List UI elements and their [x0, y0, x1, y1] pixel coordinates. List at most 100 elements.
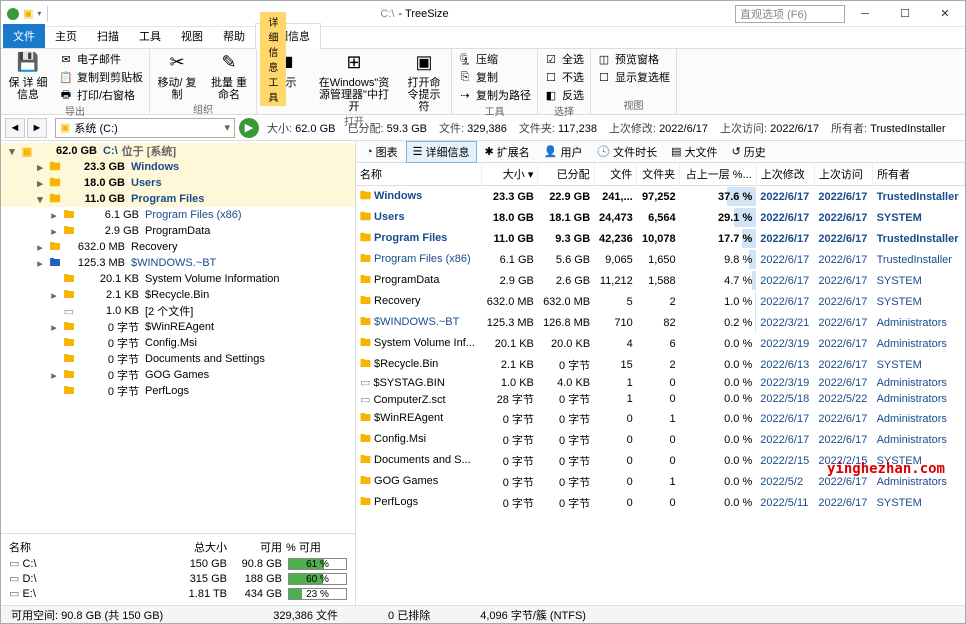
invert-icon: ◧	[544, 88, 558, 102]
table-row[interactable]: 🖿 System Volume Inf...20.1 KB20.0 KB460.…	[356, 333, 965, 354]
table-row[interactable]: 🖿 $WinREAgent0 字节0 字节010.0 %2022/6/17202…	[356, 408, 965, 429]
col-pct[interactable]: 占上一层 %...	[680, 163, 757, 186]
table-row[interactable]: 🖿 ProgramData2.9 GB2.6 GB11,2121,5884.7 …	[356, 270, 965, 291]
chart-icon: ◔	[366, 146, 373, 158]
ribbon-copy[interactable]: ⎘复制	[458, 69, 531, 85]
tool-age[interactable]: 🕓文件时长	[590, 142, 663, 162]
bigfile-icon: ▤	[671, 145, 681, 158]
col-size[interactable]: 大小 ▾	[482, 163, 538, 186]
table-row[interactable]: 🖿 Program Files11.0 GB9.3 GB42,23610,078…	[356, 228, 965, 249]
ribbon-rename[interactable]: ✎批量 重命名	[208, 51, 250, 101]
tree-item[interactable]: 🖿0 字节Config.Msi	[1, 335, 355, 351]
tab-help[interactable]: 帮助	[213, 24, 255, 48]
tab-home[interactable]: 主页	[45, 24, 87, 48]
tool-details[interactable]: ☰详细信息	[406, 141, 477, 163]
tool-users[interactable]: 👤用户	[538, 142, 589, 162]
nav-back-button[interactable]: ◄	[5, 118, 25, 138]
selectnone-icon: ☐	[544, 70, 558, 84]
tab-scan[interactable]: 扫描	[87, 24, 129, 48]
ribbon-move[interactable]: ✂移动/ 复制	[156, 51, 198, 101]
tree-item[interactable]: ▭1.0 KB[2 个文件]	[1, 303, 355, 319]
email-icon: ✉	[59, 52, 73, 66]
ribbon-zip[interactable]: 🗜压缩	[458, 51, 531, 67]
window-icon: ⊞	[342, 51, 366, 75]
clipboard-icon: 📋	[59, 70, 73, 84]
table-row[interactable]: 🖿 $Recycle.Bin2.1 KB0 字节1520.0 %2022/6/1…	[356, 354, 965, 375]
ribbon-save-details[interactable]: 💾保 详 细信息	[7, 51, 49, 101]
zip-icon: 🗜	[458, 52, 472, 66]
path-field[interactable]: ▣ 系统 (C:) ▾	[55, 118, 235, 138]
col-folders[interactable]: 文件夹	[637, 163, 680, 186]
tree-item[interactable]: ▸🖿6.1 GBProgram Files (x86)	[1, 207, 355, 223]
ribbon-email[interactable]: ✉电子邮件	[59, 51, 143, 67]
col-files[interactable]: 文件	[594, 163, 637, 186]
scan-button[interactable]: ▶	[239, 118, 259, 138]
ribbon-explorer-open[interactable]: ⊞在Windows"资 源管理器"中打开	[315, 51, 393, 113]
table-row[interactable]: ▭ $SYSTAG.BIN1.0 KB4.0 KB100.0 %2022/3/1…	[356, 375, 965, 390]
title-app: - TreeSize	[398, 8, 448, 20]
save-icon: 💾	[16, 51, 40, 75]
group-sel-label: 选择	[544, 103, 584, 118]
nav-fwd-button[interactable]: ►	[27, 118, 47, 138]
tree-item[interactable]: ▸🖿125.3 MB$WINDOWS.~BT	[1, 255, 355, 271]
status-excluded: 0 已排除	[378, 607, 440, 623]
col-alloc[interactable]: 已分配	[538, 163, 594, 186]
table-row[interactable]: 🖿 $WINDOWS.~BT125.3 MB126.8 MB710820.2 %…	[356, 312, 965, 333]
table-row[interactable]: ▭ ComputerZ.sct28 字节0 字节100.0 %2022/5/18…	[356, 390, 965, 408]
rename-icon: ✎	[217, 51, 241, 75]
ribbon-preview[interactable]: ◫预览窗格	[597, 51, 670, 67]
search-input[interactable]: 直观选项 (F6)	[735, 5, 845, 23]
ribbon-select-none[interactable]: ☐不选	[544, 69, 584, 85]
tool-history[interactable]: ↺历史	[726, 142, 772, 162]
path-stats: 大小: 62.0 GB 已分配: 59.3 GB 文件: 329,386 文件夹…	[267, 120, 946, 136]
disk-row[interactable]: ▭ C:\150 GB90.8 GB61 %	[7, 556, 349, 571]
table-row[interactable]: 🖿 Windows23.3 GB22.9 GB241,...97,25237.6…	[356, 186, 965, 208]
app-icon	[7, 8, 19, 20]
user-icon: 👤	[544, 145, 558, 158]
disk-row[interactable]: ▭ D:\315 GB188 GB60 %	[7, 571, 349, 586]
tool-chart[interactable]: ◔图表	[360, 142, 404, 162]
tree-item[interactable]: 🖿20.1 KBSystem Volume Information	[1, 271, 355, 287]
tool-extensions[interactable]: ✱扩展名	[479, 142, 536, 162]
tab-tools[interactable]: 工具	[129, 24, 171, 48]
details-table[interactable]: 名称 大小 ▾ 已分配 文件 文件夹 占上一层 %... 上次修改 上次访问 所…	[356, 163, 965, 513]
ribbon-checkboxes[interactable]: ☐显示复选框	[597, 69, 670, 85]
ribbon-cmd[interactable]: ▣打开命 令提示符	[403, 51, 445, 113]
close-button[interactable]: ✕	[925, 1, 965, 27]
table-row[interactable]: 🖿 Config.Msi0 字节0 字节000.0 %2022/6/172022…	[356, 429, 965, 450]
tree-item[interactable]: ▾🖿11.0 GBProgram Files	[1, 191, 355, 207]
table-row[interactable]: 🖿 Documents and S...0 字节0 字节000.0 %2022/…	[356, 450, 965, 471]
tree-item[interactable]: ▸🖿2.1 KB$Recycle.Bin	[1, 287, 355, 303]
table-row[interactable]: 🖿 Recovery632.0 MB632.0 MB521.0 %2022/6/…	[356, 291, 965, 312]
qat-open-icon[interactable]: ▣	[23, 7, 33, 20]
col-acc[interactable]: 上次访问	[814, 163, 872, 186]
ribbon-clipboard[interactable]: 📋复制到剪贴板	[59, 69, 143, 85]
ribbon-select-invert[interactable]: ◧反选	[544, 87, 584, 103]
ribbon-copy-path[interactable]: ⇢复制为路径	[458, 87, 531, 103]
qat-dropdown-icon[interactable]: ▾	[37, 9, 41, 18]
table-row[interactable]: 🖿 GOG Games0 字节0 字节010.0 %2022/5/22022/6…	[356, 471, 965, 492]
tree-item[interactable]: 🖿0 字节Documents and Settings	[1, 351, 355, 367]
col-owner[interactable]: 所有者	[873, 163, 965, 186]
ribbon-select-all[interactable]: ☑全选	[544, 51, 584, 67]
disk-row[interactable]: ▭ E:\1.81 TB434 GB23 %	[7, 586, 349, 601]
table-row[interactable]: 🖿 PerfLogs0 字节0 字节000.0 %2022/5/112022/6…	[356, 492, 965, 513]
tab-view[interactable]: 视图	[171, 24, 213, 48]
path-icon: ⇢	[458, 88, 472, 102]
ribbon-print[interactable]: 🖶打印/右窗格	[59, 87, 143, 103]
group-tool-label: 工具	[458, 103, 531, 118]
folder-tree[interactable]: ▾▣62.0 GBC:\位于 [系统]▸🖿23.3 GBWindows▸🖿18.…	[1, 141, 355, 533]
group-view-label: 视图	[597, 97, 670, 112]
col-name[interactable]: 名称	[356, 163, 482, 186]
table-row[interactable]: 🖿 Program Files (x86)6.1 GB5.6 GB9,0651,…	[356, 249, 965, 270]
tree-item[interactable]: ▸🖿0 字节GOG Games	[1, 367, 355, 383]
tool-bigfiles[interactable]: ▤大文件	[665, 142, 723, 162]
col-mod[interactable]: 上次修改	[756, 163, 814, 186]
checkbox-icon: ☐	[597, 70, 611, 84]
maximize-button[interactable]: ☐	[885, 1, 925, 27]
tab-file[interactable]: 文件	[3, 24, 45, 48]
table-row[interactable]: 🖿 Users18.0 GB18.1 GB24,4736,56429.1 %20…	[356, 207, 965, 228]
minimize-button[interactable]: ─	[845, 1, 885, 27]
tree-item[interactable]: 🖿0 字节PerfLogs	[1, 383, 355, 399]
tree-item[interactable]: ▸🖿0 字节$WinREAgent	[1, 319, 355, 335]
